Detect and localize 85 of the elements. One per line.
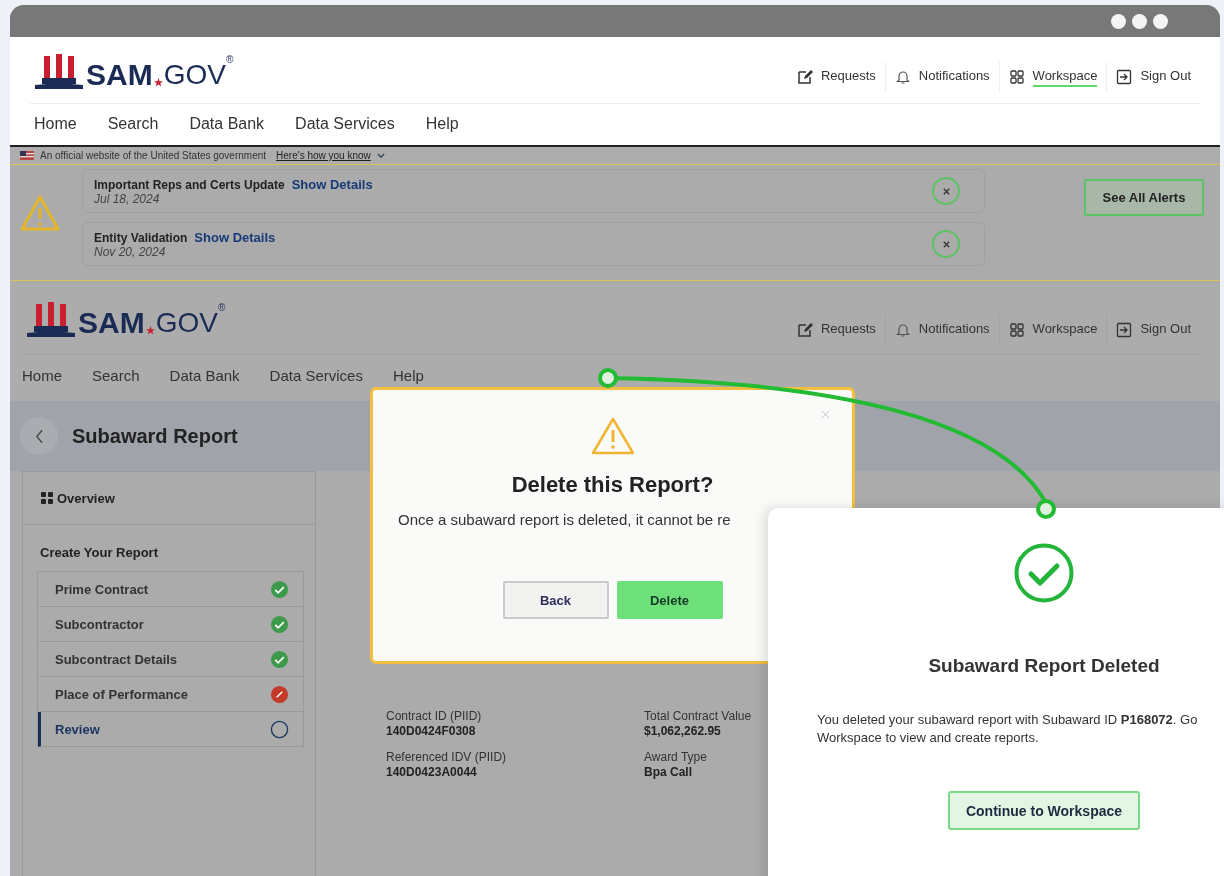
official-website-text: An official website of the United States government bbox=[40, 150, 267, 161]
nav-link[interactable]: Data Services bbox=[269, 366, 363, 384]
nav-link[interactable]: Search bbox=[92, 366, 140, 384]
logo-text: GOV bbox=[155, 307, 218, 338]
header-link[interactable]: Requests bbox=[820, 319, 876, 340]
dialog-message: Once a subaward report is deleted, it cannot be re bbox=[398, 511, 731, 528]
warning-icon bbox=[590, 417, 635, 455]
check-circle-icon bbox=[1014, 543, 1074, 603]
header-link[interactable]: Sign Out bbox=[1140, 319, 1191, 340]
chevron-left-icon[interactable] bbox=[34, 428, 44, 444]
continue-to-workspace-button[interactable]: Continue to Workspace bbox=[948, 791, 1140, 830]
edit-icon[interactable] bbox=[796, 321, 813, 338]
edit-icon[interactable] bbox=[796, 68, 813, 85]
nav-link[interactable]: Home bbox=[22, 366, 62, 384]
dialog-title: Delete this Report? bbox=[511, 472, 714, 498]
logo-text: SAM bbox=[78, 307, 145, 338]
sidebar-step[interactable]: Prime Contract bbox=[38, 572, 303, 607]
show-details-link[interactable]: Show Details bbox=[291, 176, 373, 192]
header-link[interactable]: Notifications bbox=[918, 66, 990, 87]
success-message: You deleted your subaward report with Subaward ID P168072. Go Workspace to view and create reports. bbox=[817, 711, 1198, 747]
check-circle-icon bbox=[270, 579, 289, 599]
nav-link[interactable]: Data Bank bbox=[169, 366, 240, 384]
check-circle-icon bbox=[270, 649, 289, 669]
sign-out-icon[interactable] bbox=[1116, 68, 1133, 85]
field-value: 140D0423A0044 bbox=[386, 765, 478, 779]
overview-link[interactable]: Overview bbox=[57, 490, 115, 506]
sidebar-step[interactable]: Place of Performance bbox=[38, 677, 303, 712]
chevron-down-icon[interactable] bbox=[376, 153, 385, 158]
registered-mark: ® bbox=[217, 301, 226, 313]
nav-link[interactable]: Search bbox=[107, 115, 159, 133]
close-icon[interactable] bbox=[941, 186, 951, 196]
how-you-know-link[interactable]: Here's how you know bbox=[276, 150, 371, 161]
nav-link[interactable]: Help bbox=[425, 115, 459, 133]
field-value: $1,062,262.95 bbox=[644, 724, 722, 738]
sidebar-step[interactable]: Subcontractor bbox=[38, 607, 303, 642]
field-label: Contract ID (PIID) bbox=[386, 709, 483, 723]
star-icon bbox=[145, 325, 155, 335]
field-label: Award Type bbox=[644, 750, 708, 764]
success-title: Subaward Report Deleted bbox=[928, 655, 1160, 677]
empty-circle-icon bbox=[270, 719, 289, 739]
bell-icon[interactable] bbox=[894, 68, 911, 85]
hat-logo-icon bbox=[26, 301, 76, 338]
logo-text: GOV bbox=[163, 60, 226, 90]
alert-title: Entity Validation bbox=[94, 230, 188, 245]
page-title: Subaward Report bbox=[72, 424, 238, 448]
field-label: Referenced IDV (PIID) bbox=[386, 750, 508, 764]
close-icon[interactable] bbox=[941, 239, 951, 249]
grid-icon bbox=[41, 492, 53, 504]
field-value: Bpa Call bbox=[644, 765, 693, 779]
nav-link[interactable]: Help bbox=[392, 366, 424, 384]
window-dot-icon[interactable] bbox=[1111, 13, 1126, 29]
header-link[interactable]: Requests bbox=[820, 66, 876, 87]
header-link[interactable]: Sign Out bbox=[1140, 66, 1191, 87]
check-circle-icon bbox=[270, 614, 289, 634]
field-value: 140D0424F0308 bbox=[386, 724, 477, 738]
registered-mark: ® bbox=[225, 54, 234, 65]
alert-date: Nov 20, 2024 bbox=[94, 244, 167, 259]
alert-date: Jul 18, 2024 bbox=[94, 191, 160, 206]
flag-icon bbox=[20, 151, 34, 160]
bell-icon[interactable] bbox=[894, 321, 911, 338]
header-link[interactable]: Workspace bbox=[1032, 66, 1098, 87]
window-dot-icon[interactable] bbox=[1153, 13, 1168, 29]
sidebar-step[interactable]: Review bbox=[38, 712, 303, 747]
sign-out-icon[interactable] bbox=[1116, 321, 1133, 338]
header-link[interactable]: Workspace bbox=[1032, 319, 1098, 340]
sidebar-step[interactable]: Subcontract Details bbox=[38, 642, 303, 677]
see-all-alerts-button[interactable]: See All Alerts bbox=[1084, 179, 1204, 216]
nav-link[interactable]: Data Services bbox=[295, 115, 395, 133]
grid-icon[interactable] bbox=[1008, 68, 1025, 85]
logo-text: SAM bbox=[86, 60, 153, 90]
back-button[interactable]: Back bbox=[502, 581, 609, 619]
star-icon bbox=[153, 78, 163, 87]
header-link[interactable]: Notifications bbox=[918, 319, 990, 340]
window-dot-icon[interactable] bbox=[1132, 13, 1147, 29]
alert-title: Important Reps and Certs Update bbox=[94, 177, 285, 192]
nav-link[interactable]: Home bbox=[34, 115, 77, 133]
section-heading: Create Your Report bbox=[39, 544, 159, 562]
delete-button[interactable]: Delete bbox=[616, 581, 723, 619]
show-details-link[interactable]: Show Details bbox=[194, 229, 276, 245]
warning-icon bbox=[20, 195, 60, 231]
error-circle-icon bbox=[270, 684, 289, 704]
nav-link[interactable]: Data Bank bbox=[189, 115, 265, 133]
field-label: Total Contract Value bbox=[644, 709, 752, 723]
hat-logo-icon bbox=[34, 54, 84, 90]
grid-icon[interactable] bbox=[1008, 321, 1025, 338]
